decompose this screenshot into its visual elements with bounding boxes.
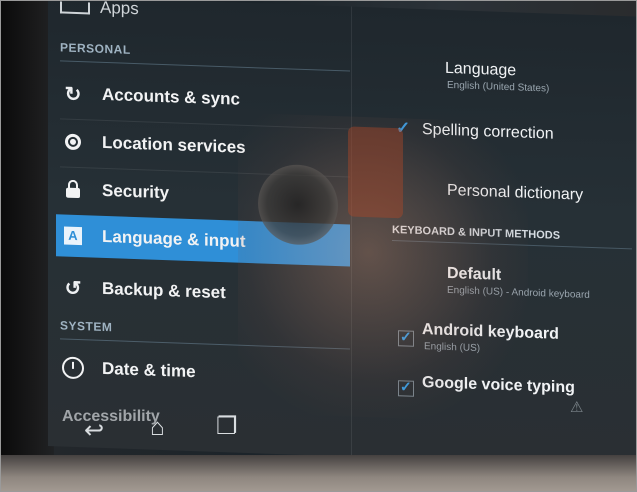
spelling-correction-title[interactable]: Spelling correction [422,121,554,144]
clock-icon [56,356,90,380]
settings-item-label: Location services [102,132,246,157]
language-input-panel: Language English (United States) ✓ Spell… [351,6,637,467]
settings-item-security[interactable]: Security [56,168,346,220]
settings-item-accounts-sync[interactable]: ↻ Accounts & sync [56,72,346,124]
tablet-bezel-bottom [0,455,637,492]
sync-icon: ↻ [64,83,82,106]
recents-icon[interactable]: ❐ [216,412,238,441]
settings-item-date-time[interactable]: Date & time [56,346,346,398]
google-voice-checkbox[interactable] [398,380,414,397]
navigation-bar: ↩ ⌂ ❐ [60,412,637,452]
android-keyboard-checkbox[interactable] [398,330,414,347]
settings-item-label: Date & time [102,358,196,382]
settings-item-language-input[interactable]: A Language & input [56,214,350,267]
spelling-check-icon[interactable]: ✓ [396,118,410,138]
language-title[interactable]: Language [445,60,516,80]
language-subtitle: English (United States) [447,79,550,95]
apps-row[interactable]: Apps [60,0,139,19]
settings-item-location-services[interactable]: Location services [56,120,346,172]
android-keyboard-title[interactable]: Android keyboard [422,321,559,344]
apps-icon [60,0,90,14]
settings-item-label: Backup & reset [102,278,226,303]
settings-item-label: Security [102,180,170,203]
default-input-title[interactable]: Default [447,265,501,285]
language-icon: A [56,226,90,246]
apps-label: Apps [100,0,139,19]
home-icon[interactable]: ⌂ [150,414,165,442]
lock-icon [56,184,90,199]
personal-section-header: PERSONAL [60,40,350,72]
location-icon [56,133,90,151]
system-section-header: SYSTEM [60,318,350,350]
tablet-bezel-left [0,0,54,492]
backup-icon: ↺ [64,277,82,300]
tablet-screen: Apps PERSONAL ↻ Accounts & sync Location… [48,0,637,467]
google-voice-typing-title[interactable]: Google voice typing [422,374,575,397]
settings-item-label: Language & input [102,226,246,251]
default-input-subtitle: English (US) - Android keyboard [447,284,590,301]
settings-item-backup-reset[interactable]: ↺ Backup & reset [56,266,346,318]
settings-item-label: Accounts & sync [102,84,240,109]
photo-background: Apps PERSONAL ↻ Accounts & sync Location… [0,0,637,492]
personal-dictionary-title[interactable]: Personal dictionary [447,182,583,205]
settings-headers-list: Apps PERSONAL ↻ Accounts & sync Location… [48,0,351,457]
android-keyboard-subtitle: English (US) [424,341,481,355]
keyboard-section-header: KEYBOARD & INPUT METHODS [392,224,632,250]
back-icon[interactable]: ↩ [84,416,104,445]
